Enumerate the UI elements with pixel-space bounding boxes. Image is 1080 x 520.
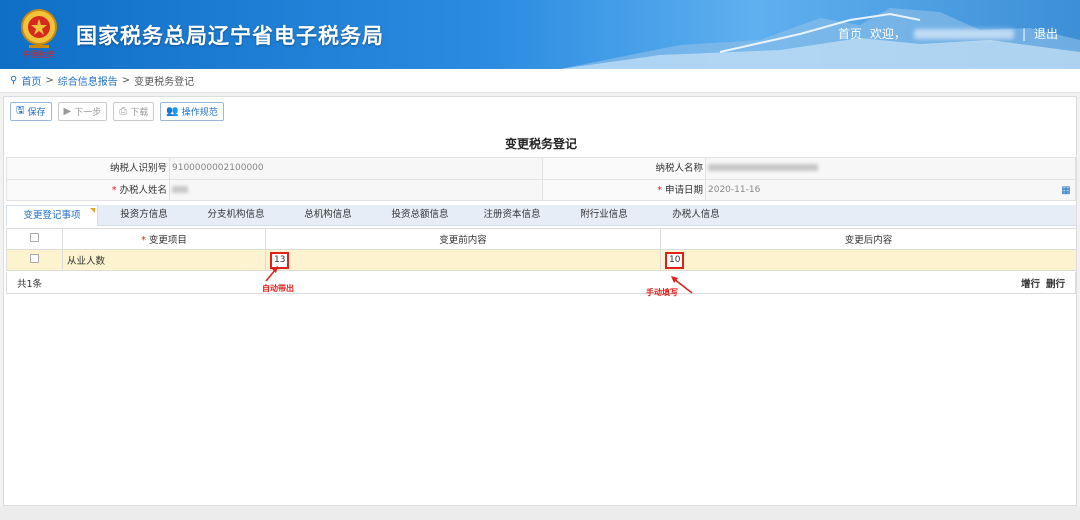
row-item[interactable]: 从业人数 bbox=[62, 249, 266, 271]
apply-date-label-wrap: * 申请日期 bbox=[543, 180, 705, 200]
download-label: 下载 bbox=[130, 108, 149, 118]
tab-bar: 变更登记事项 投资方信息 分支机构信息 总机构信息 投资总额信息 注册资本信息 … bbox=[6, 205, 1076, 226]
site-header: 中国税务 国家税务总局辽宁省电子税务局 首页 欢迎， | 退出 bbox=[0, 0, 1080, 69]
emblem-caption: 中国税务 bbox=[23, 49, 55, 59]
save-label: 保存 bbox=[27, 108, 46, 118]
breadcrumb-current: 变更税务登记 bbox=[134, 77, 195, 88]
breadcrumb-separator: > bbox=[45, 75, 54, 86]
table-footer: 共1条 增行 删行 bbox=[6, 272, 1076, 294]
auto-annotation: 自动带出 bbox=[262, 284, 294, 293]
download-button[interactable]: ⎙ 下载 bbox=[113, 102, 155, 121]
change-items-table: * 变更项目 变更前内容 变更后内容 从业人数 13 10 bbox=[6, 228, 1077, 271]
row-actions: 增行 删行 bbox=[1021, 276, 1065, 290]
home-link[interactable]: 首页 bbox=[838, 25, 862, 42]
after-value-input[interactable]: 10 bbox=[665, 251, 685, 269]
printer-icon: ⎙ bbox=[119, 106, 128, 117]
taxpayer-id-cell: 纳税人识别号 9100000002100000 bbox=[7, 158, 542, 179]
header-before: 变更前内容 bbox=[265, 228, 661, 250]
info-row: * 办税人姓名 * 申请日期 2020-11-16 ▦ bbox=[6, 179, 1076, 201]
taxpayer-name-label: 纳税人名称 bbox=[543, 158, 705, 179]
toolbar: 🖫 保存 ▶ 下一步 ⎙ 下载 👥 操作规范 bbox=[10, 102, 224, 121]
delete-row-button[interactable]: 删行 bbox=[1046, 276, 1065, 290]
apply-date-value: 2020-11-16 bbox=[705, 180, 1057, 200]
guide-button[interactable]: 👥 操作规范 bbox=[160, 102, 224, 121]
welcome-text: 欢迎， bbox=[869, 27, 906, 41]
tab-additional-industry[interactable]: 附行业信息 bbox=[558, 205, 650, 225]
required-asterisk: * bbox=[657, 185, 662, 196]
calendar-icon[interactable]: ▦ bbox=[1057, 180, 1075, 200]
select-all-checkbox[interactable] bbox=[30, 233, 39, 242]
agent-name-cell: * 办税人姓名 bbox=[7, 180, 542, 200]
tab-change-items[interactable]: 变更登记事项 bbox=[6, 205, 98, 226]
site-title: 国家税务总局辽宁省电子税务局 bbox=[76, 24, 384, 48]
tab-branch[interactable]: 分支机构信息 bbox=[190, 205, 282, 225]
users-icon: 👥 bbox=[166, 106, 179, 117]
row-after-cell[interactable]: 10 bbox=[660, 249, 1077, 271]
before-value: 13 bbox=[270, 251, 290, 269]
taxpayer-id-value: 9100000002100000 bbox=[169, 158, 542, 179]
bottom-bar bbox=[0, 506, 1080, 520]
table-header-row: * 变更项目 变更前内容 变更后内容 bbox=[6, 228, 1077, 250]
agent-name-label: 办税人姓名 bbox=[119, 185, 167, 196]
row-before-cell: 13 bbox=[265, 249, 661, 271]
apply-date-cell: * 申请日期 2020-11-16 ▦ bbox=[542, 180, 1075, 200]
breadcrumb-home[interactable]: 首页 bbox=[21, 73, 41, 88]
header-separator: | bbox=[1021, 26, 1026, 41]
agent-name-value bbox=[169, 180, 542, 200]
add-row-button[interactable]: 增行 bbox=[1021, 276, 1040, 290]
record-count: 共1条 bbox=[17, 278, 43, 290]
location-pin-icon: ⚲ bbox=[10, 75, 18, 86]
breadcrumb-separator: > bbox=[121, 75, 131, 86]
logout-link[interactable]: 退出 bbox=[1034, 25, 1058, 42]
header-after: 变更后内容 bbox=[660, 228, 1077, 250]
row-check-cell bbox=[6, 249, 63, 271]
next-step-button[interactable]: ▶ 下一步 bbox=[57, 102, 108, 121]
header-links: 首页 欢迎， | 退出 bbox=[838, 25, 1058, 42]
taxpayer-name-cell: 纳税人名称 bbox=[542, 158, 1075, 179]
tab-head-office[interactable]: 总机构信息 bbox=[282, 205, 374, 225]
taxpayer-id-label: 纳税人识别号 bbox=[7, 158, 169, 179]
guide-label: 操作规范 bbox=[181, 108, 218, 118]
apply-date-label: 申请日期 bbox=[664, 185, 703, 196]
info-row: 纳税人识别号 9100000002100000 纳税人名称 bbox=[6, 157, 1076, 179]
content-panel: 🖫 保存 ▶ 下一步 ⎙ 下载 👥 操作规范 变更税务登记 纳税人识别号 910… bbox=[3, 96, 1077, 506]
manual-annotation: 手动填写 bbox=[646, 288, 678, 297]
agent-name-label-wrap: * 办税人姓名 bbox=[7, 180, 169, 200]
form-title: 变更税务登记 bbox=[504, 137, 577, 151]
breadcrumb-info-report[interactable]: 综合信息报告 bbox=[58, 73, 118, 88]
next-label: 下一步 bbox=[74, 108, 102, 118]
select-all-cell bbox=[6, 228, 63, 250]
user-name-redacted bbox=[913, 28, 1014, 39]
taxpayer-name-value bbox=[705, 158, 1075, 179]
tab-registered-capital[interactable]: 注册资本信息 bbox=[466, 205, 558, 225]
header-change-item: * 变更项目 bbox=[62, 228, 266, 250]
row-checkbox[interactable] bbox=[30, 254, 39, 263]
play-icon: ▶ bbox=[63, 106, 72, 117]
save-button[interactable]: 🖫 保存 bbox=[10, 102, 52, 121]
save-icon: 🖫 bbox=[16, 105, 25, 116]
breadcrumb: ⚲ 首页 > 综合信息报告 > 变更税务登记 bbox=[0, 69, 1080, 93]
tab-investor[interactable]: 投资方信息 bbox=[98, 205, 190, 225]
required-asterisk: * bbox=[111, 185, 117, 196]
taxpayer-info-grid: 纳税人识别号 9100000002100000 纳税人名称 * 办税人姓名 * 申请… bbox=[6, 157, 1076, 201]
tab-total-investment[interactable]: 投资总额信息 bbox=[374, 205, 466, 225]
tab-tax-agent[interactable]: 办税人信息 bbox=[650, 205, 742, 225]
tax-emblem-logo: 中国税务 bbox=[21, 9, 57, 59]
table-row[interactable]: 从业人数 13 10 bbox=[6, 249, 1077, 271]
